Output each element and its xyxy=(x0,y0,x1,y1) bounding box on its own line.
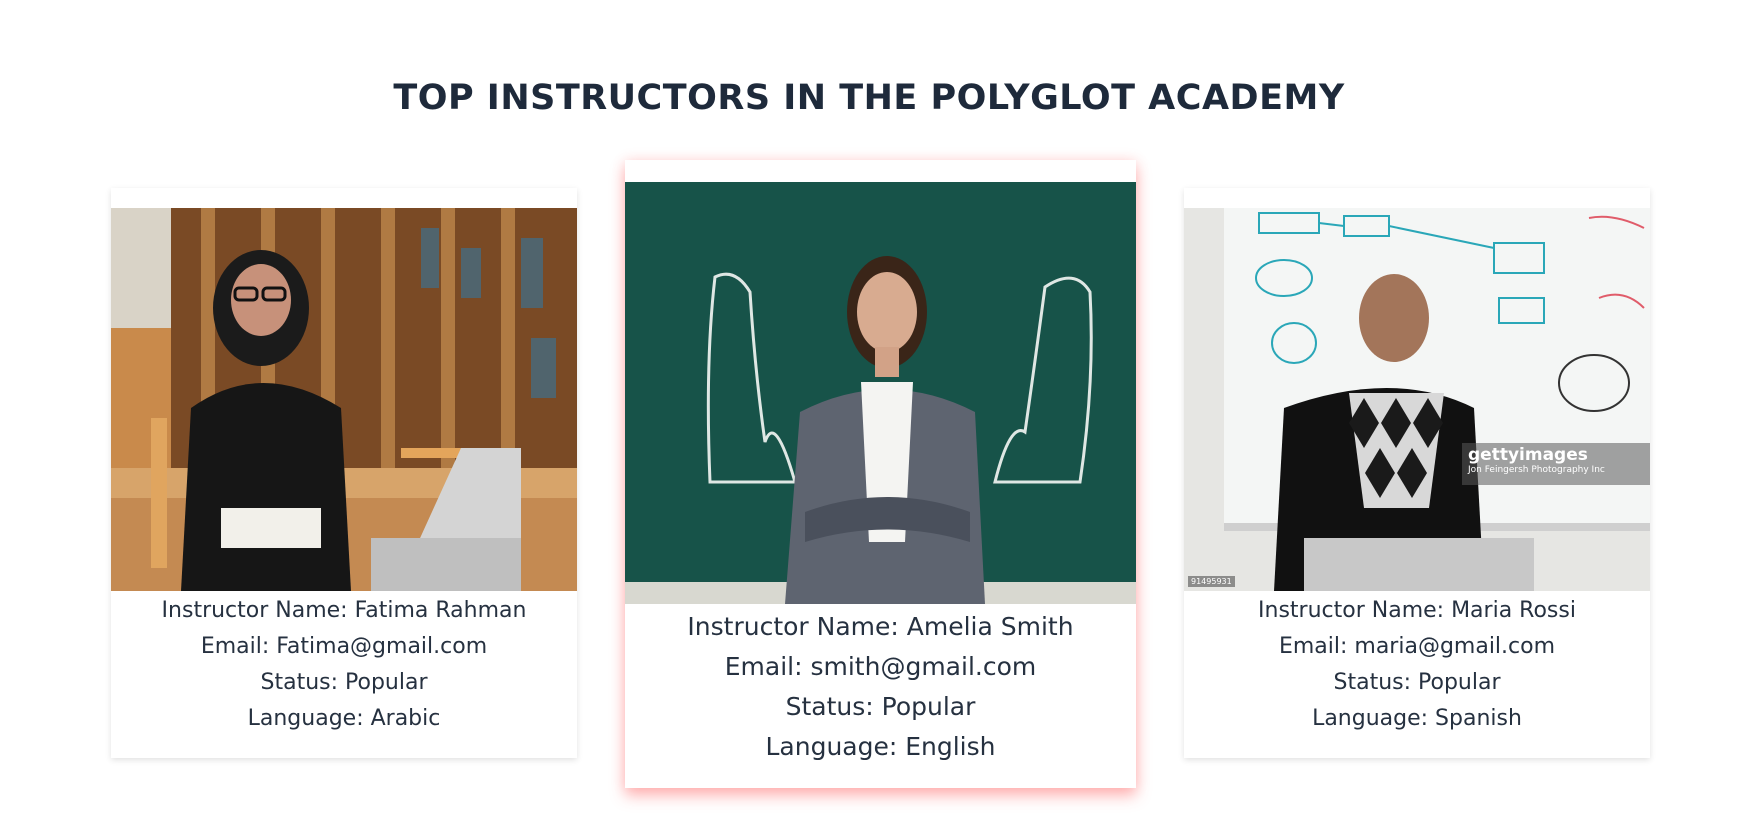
instructor-name: Instructor Name: Fatima Rahman xyxy=(161,598,527,623)
instructor-status: Status: Popular xyxy=(785,692,976,721)
chalkboard-photo-icon xyxy=(625,182,1136,604)
instructor-email: Email: smith@gmail.com xyxy=(724,652,1037,681)
watermark-icon: gettyimages Jon Feingersh Photography In… xyxy=(1462,443,1650,485)
instructor-photo xyxy=(625,182,1136,604)
library-photo-icon xyxy=(111,208,577,591)
instructor-name: Instructor Name: Maria Rossi xyxy=(1258,598,1576,623)
instructor-language: Language: English xyxy=(765,732,996,761)
instructor-info: Instructor Name: Amelia Smith Email: smi… xyxy=(625,604,1136,767)
whiteboard-photo-icon xyxy=(1184,208,1650,591)
instructor-info: Instructor Name: Fatima Rahman Email: Fa… xyxy=(111,591,577,737)
instructor-card-3[interactable]: gettyimages Jon Feingersh Photography In… xyxy=(1184,188,1650,758)
instructor-status: Status: Popular xyxy=(1333,670,1501,695)
instructor-status: Status: Popular xyxy=(260,670,428,695)
page-title: TOP INSTRUCTORS IN THE POLYGLOT ACADEMY xyxy=(393,78,1345,118)
instructor-language: Language: Spanish xyxy=(1312,706,1522,731)
instructor-name: Instructor Name: Amelia Smith xyxy=(687,612,1074,641)
stock-id-label: 91495931 xyxy=(1188,576,1235,587)
instructor-info: Instructor Name: Maria Rossi Email: mari… xyxy=(1184,591,1650,737)
instructor-card-2[interactable]: Instructor Name: Amelia Smith Email: smi… xyxy=(625,160,1136,788)
instructor-photo: gettyimages Jon Feingersh Photography In… xyxy=(1184,208,1650,591)
instructor-email: Email: Fatima@gmail.com xyxy=(200,634,488,659)
instructor-photo xyxy=(111,208,577,591)
instructor-email: Email: maria@gmail.com xyxy=(1278,634,1556,659)
instructor-card-1[interactable]: Instructor Name: Fatima Rahman Email: Fa… xyxy=(111,188,577,758)
instructor-language: Language: Arabic xyxy=(247,706,441,731)
